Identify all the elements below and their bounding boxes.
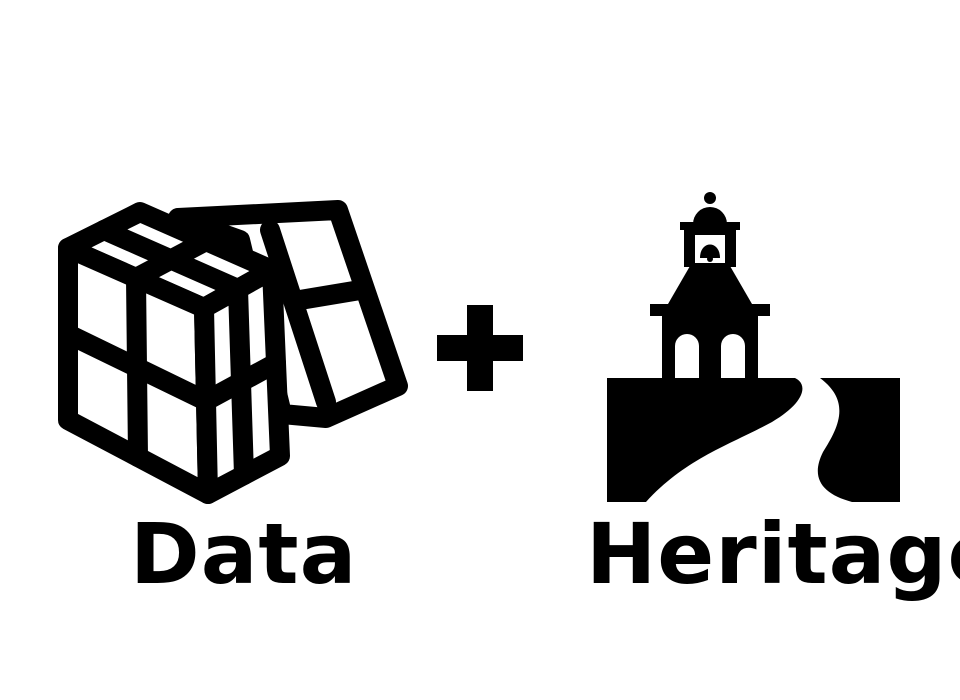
cube-puzzle-icon [58, 200, 408, 504]
data-label: Data [130, 505, 358, 603]
heritage-label: Heritage [586, 505, 960, 603]
plus-icon [437, 305, 523, 391]
cube-main-block [58, 202, 290, 504]
canvas: Data Heritage [0, 0, 960, 700]
bell-tower-icon [607, 192, 900, 502]
